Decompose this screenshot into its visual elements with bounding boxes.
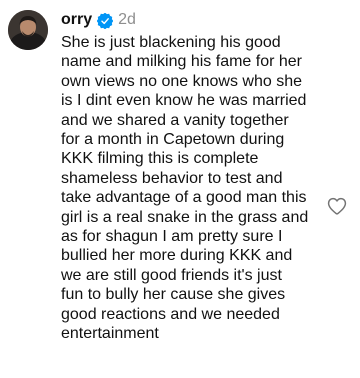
verified-badge-icon [97, 13, 114, 29]
avatar[interactable] [8, 10, 48, 50]
username[interactable]: orry [61, 9, 92, 31]
comment-text: She is just blackening his good name and… [61, 34, 309, 343]
comment: orry 2d She is just blackening his good … [0, 0, 360, 378]
heart-outline-icon [327, 197, 347, 215]
timestamp: 2d [118, 11, 136, 28]
like-button[interactable] [326, 195, 348, 217]
comment-header: orry 2d [61, 9, 136, 31]
avatar-image [8, 10, 48, 50]
